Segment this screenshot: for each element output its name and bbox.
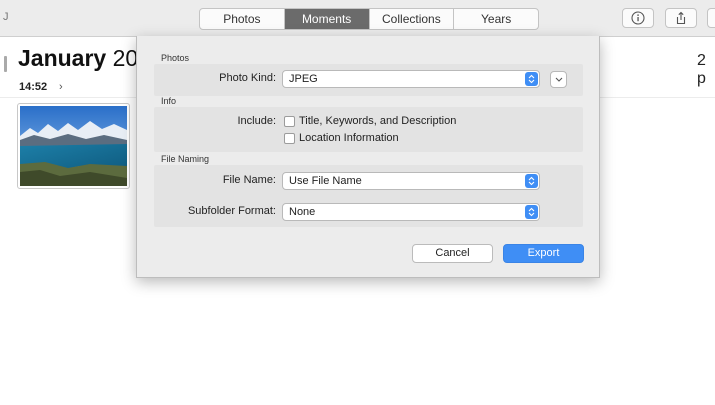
moment-time[interactable]: 14:52 xyxy=(19,81,47,93)
month-year: 20 xyxy=(112,45,139,71)
toolbar-left-glyph: J xyxy=(3,11,9,23)
file-naming-group: File Name: Use File Name Subfolder Forma… xyxy=(154,165,583,227)
section-file-naming-label: File Naming xyxy=(161,154,210,164)
photos-group: Photo Kind: JPEG xyxy=(154,64,583,96)
file-name-popup[interactable]: Use File Name xyxy=(282,172,540,190)
cancel-button[interactable]: Cancel xyxy=(412,244,493,263)
chevron-right-icon[interactable]: › xyxy=(59,81,63,93)
photo-kind-popup[interactable]: JPEG xyxy=(282,70,540,88)
popup-arrows-icon xyxy=(525,205,538,219)
title-keywords-label: Title, Keywords, and Description xyxy=(299,115,457,127)
share-button[interactable] xyxy=(665,8,697,28)
photo-kind-label: Photo Kind: xyxy=(219,72,276,84)
subfolder-format-label: Subfolder Format: xyxy=(187,205,276,217)
info-button[interactable] xyxy=(622,8,654,28)
photo-thumbnail[interactable] xyxy=(17,103,130,189)
subfolder-format-value: None xyxy=(289,206,316,218)
checkbox-row-title-keywords[interactable]: Title, Keywords, and Description xyxy=(284,115,456,127)
section-info-label: Info xyxy=(161,96,177,106)
tab-photos[interactable]: Photos xyxy=(200,9,285,29)
disclosure-button[interactable] xyxy=(550,71,567,88)
file-name-label: File Name: xyxy=(222,174,276,186)
view-segmented-control: Photos Moments Collections Years xyxy=(199,8,539,30)
checkbox-row-location[interactable]: Location Information xyxy=(284,132,399,144)
scroll-indicator xyxy=(4,56,7,72)
location-label: Location Information xyxy=(299,132,399,144)
moment-title: January 20 xyxy=(18,45,138,72)
title-keywords-checkbox[interactable] xyxy=(284,115,295,127)
subfolder-format-popup[interactable]: None xyxy=(282,203,540,221)
export-button[interactable]: Export xyxy=(503,244,584,263)
popup-arrows-icon xyxy=(525,174,538,188)
share-icon xyxy=(676,11,686,25)
photo-count: 2 p xyxy=(697,52,706,87)
file-name-value: Use File Name xyxy=(289,175,362,187)
popup-arrows-icon xyxy=(525,72,538,86)
location-checkbox[interactable] xyxy=(284,132,295,144)
section-photos-label: Photos xyxy=(161,53,190,63)
tab-moments[interactable]: Moments xyxy=(284,9,370,29)
info-group: Include: Title, Keywords, and Descriptio… xyxy=(154,107,583,152)
toolbar-extra-button[interactable] xyxy=(707,8,715,28)
include-label: Include: xyxy=(237,115,276,127)
chevron-down-icon xyxy=(555,77,562,82)
toolbar: J Photos Moments Collections Years xyxy=(0,0,715,37)
month-name: January xyxy=(18,45,107,71)
photo-kind-value: JPEG xyxy=(289,73,318,85)
tab-collections[interactable]: Collections xyxy=(370,9,455,29)
export-dialog: Photos Photo Kind: JPEG Info Include: Ti… xyxy=(136,36,600,278)
landscape-photo xyxy=(20,106,127,186)
info-icon xyxy=(631,11,645,25)
tab-years[interactable]: Years xyxy=(454,9,538,29)
